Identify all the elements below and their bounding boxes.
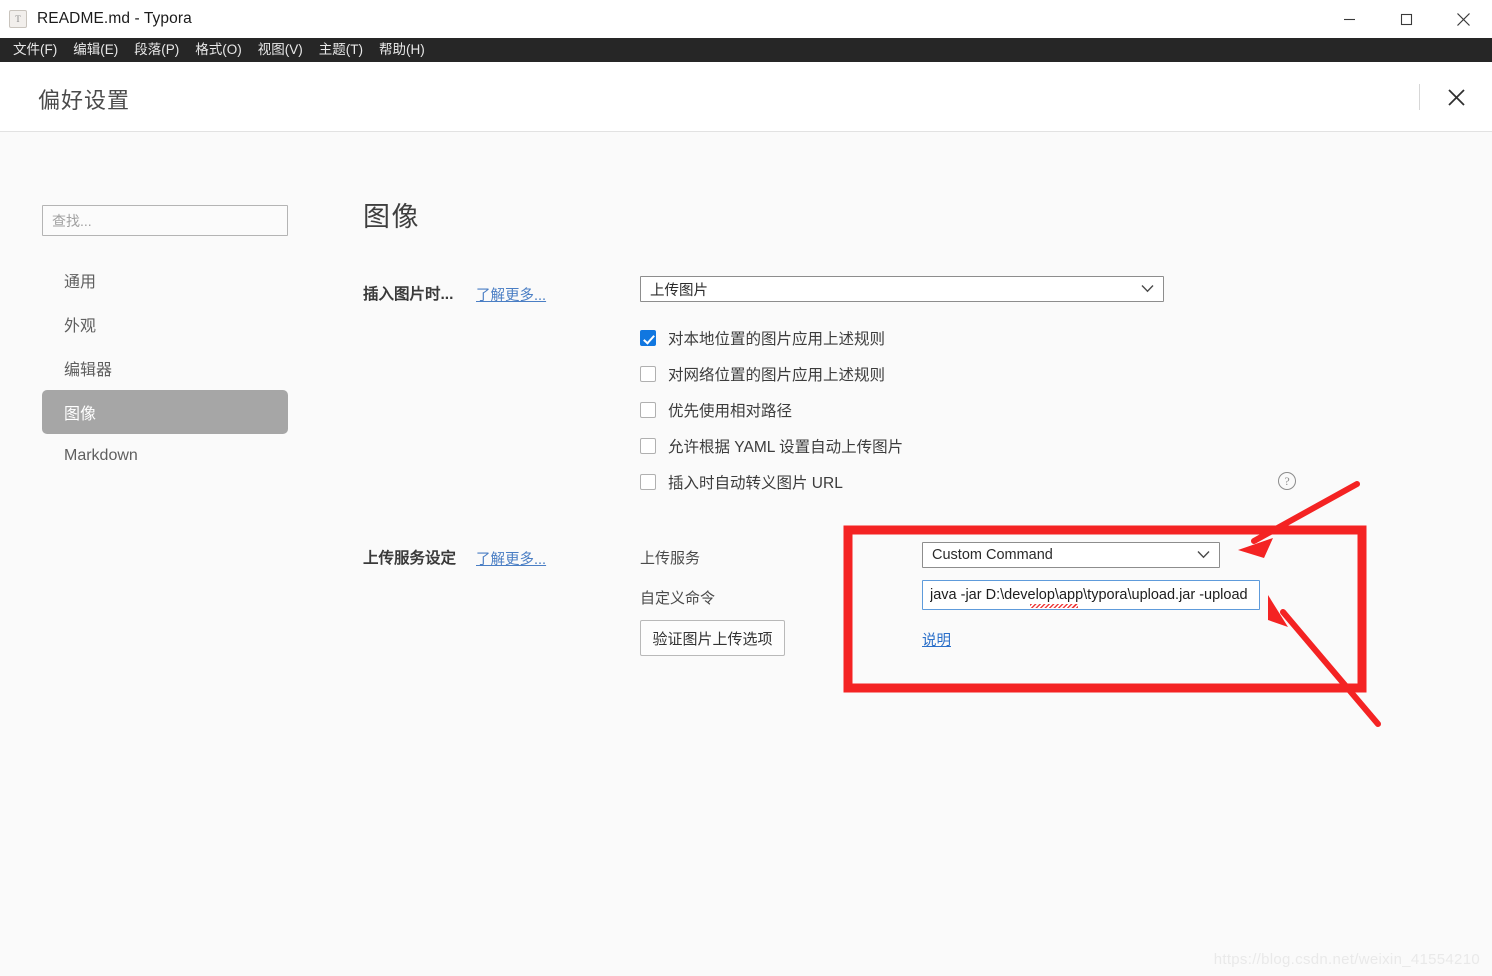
window-title: README.md - Typora (37, 10, 192, 27)
checkbox-label: 插入时自动转义图片 URL (668, 475, 843, 492)
app-icon: T (9, 10, 27, 28)
main-pane: 图像 插入图片时... 了解更多... 上传图片 对本地位置的图片应用上述规则 … (330, 132, 1492, 976)
menu-item-theme[interactable]: 主题(T) (311, 38, 371, 62)
checkbox-relative-path[interactable] (640, 402, 656, 418)
checkbox-row-yaml-autoupload[interactable]: 允许根据 YAML 设置自动上传图片 (640, 435, 903, 457)
checkbox-row-relative-path[interactable]: 优先使用相对路径 (640, 399, 792, 421)
chevron-down-icon (1197, 547, 1210, 563)
menubar: 文件(F) 编辑(E) 段落(P) 格式(O) 视图(V) 主题(T) 帮助(H… (0, 38, 1492, 62)
checkbox-row-network-rule[interactable]: 对网络位置的图片应用上述规则 (640, 363, 885, 385)
upload-service-select-value: Custom Command (932, 547, 1053, 563)
sidebar-item-label: 图像 (64, 406, 97, 423)
custom-command-input[interactable] (922, 580, 1260, 610)
insert-rule-label: 插入图片时... (363, 286, 454, 303)
upload-service-select[interactable]: Custom Command (922, 542, 1220, 568)
menu-item-format[interactable]: 格式(O) (187, 38, 250, 62)
insert-rule-select[interactable]: 上传图片 (640, 276, 1164, 302)
upload-section-learn-more-link[interactable]: 了解更多... (476, 548, 546, 569)
checkbox-label: 对网络位置的图片应用上述规则 (668, 367, 886, 384)
checkbox-row-escape-url[interactable]: 插入时自动转义图片 URL (640, 471, 843, 493)
close-icon[interactable] (1435, 0, 1492, 38)
window-controls (1321, 0, 1492, 38)
watermark: https://blog.csdn.net/weixin_41554210 (1213, 951, 1480, 968)
checkbox-yaml-autoupload[interactable] (640, 438, 656, 454)
insert-rule-select-value: 上传图片 (650, 282, 708, 299)
menu-item-help[interactable]: 帮助(H) (371, 38, 433, 62)
maximize-icon[interactable] (1378, 0, 1435, 38)
checkbox-network-rule[interactable] (640, 366, 656, 382)
checkbox-label: 对本地位置的图片应用上述规则 (668, 331, 886, 348)
instructions-link[interactable]: 说明 (922, 629, 951, 650)
upload-section-label: 上传服务设定 (363, 550, 457, 567)
menu-item-view[interactable]: 视图(V) (250, 38, 311, 62)
menu-item-paragraph[interactable]: 段落(P) (126, 38, 187, 62)
sidebar-item-label: 编辑器 (64, 362, 113, 379)
checkbox-row-local-rule[interactable]: 对本地位置的图片应用上述规则 (640, 327, 885, 349)
insert-rule-learn-more-link[interactable]: 了解更多... (476, 284, 546, 305)
sidebar-nav: 通用 外观 编辑器 图像 Markdown (42, 258, 288, 478)
page-title: 偏好设置 (38, 88, 131, 113)
search-input[interactable] (42, 205, 288, 236)
minimize-icon[interactable] (1321, 0, 1378, 38)
validate-upload-button[interactable]: 验证图片上传选项 (640, 620, 785, 656)
checkbox-local-rule[interactable] (640, 330, 656, 346)
spellcheck-squiggle (1030, 604, 1078, 608)
section-title: 图像 (363, 202, 420, 232)
sidebar-item-editor[interactable]: 编辑器 (42, 346, 288, 390)
checkbox-escape-url[interactable] (640, 474, 656, 490)
sidebar-item-label: 通用 (64, 274, 97, 291)
menu-item-edit[interactable]: 编辑(E) (65, 38, 126, 62)
checkbox-label: 优先使用相对路径 (668, 403, 793, 420)
typora-window: T README.md - Typora 文件(F) 编辑(E) 段落(P) 格… (0, 0, 1492, 976)
search-box (42, 205, 288, 236)
menu-item-file[interactable]: 文件(F) (5, 38, 65, 62)
question-mark-icon[interactable]: ? (1278, 472, 1296, 490)
sidebar: 通用 外观 编辑器 图像 Markdown (0, 132, 330, 976)
preferences-body: 通用 外观 编辑器 图像 Markdown 图像 插入图片时... (0, 132, 1492, 976)
sidebar-item-image[interactable]: 图像 (42, 390, 288, 434)
header-divider (1419, 84, 1420, 110)
upload-service-label: 上传服务 (640, 550, 701, 567)
window-titlebar: T README.md - Typora (0, 0, 1492, 38)
preferences-header: 偏好设置 (0, 62, 1492, 132)
sidebar-item-label: 外观 (64, 318, 97, 335)
preferences-close-icon[interactable] (1440, 81, 1472, 113)
sidebar-item-appearance[interactable]: 外观 (42, 302, 288, 346)
sidebar-item-markdown[interactable]: Markdown (42, 434, 288, 478)
chevron-down-icon (1141, 281, 1154, 297)
sidebar-item-label: Markdown (64, 447, 138, 464)
checkbox-label: 允许根据 YAML 设置自动上传图片 (668, 439, 904, 456)
sidebar-item-general[interactable]: 通用 (42, 258, 288, 302)
custom-command-label: 自定义命令 (640, 590, 716, 607)
